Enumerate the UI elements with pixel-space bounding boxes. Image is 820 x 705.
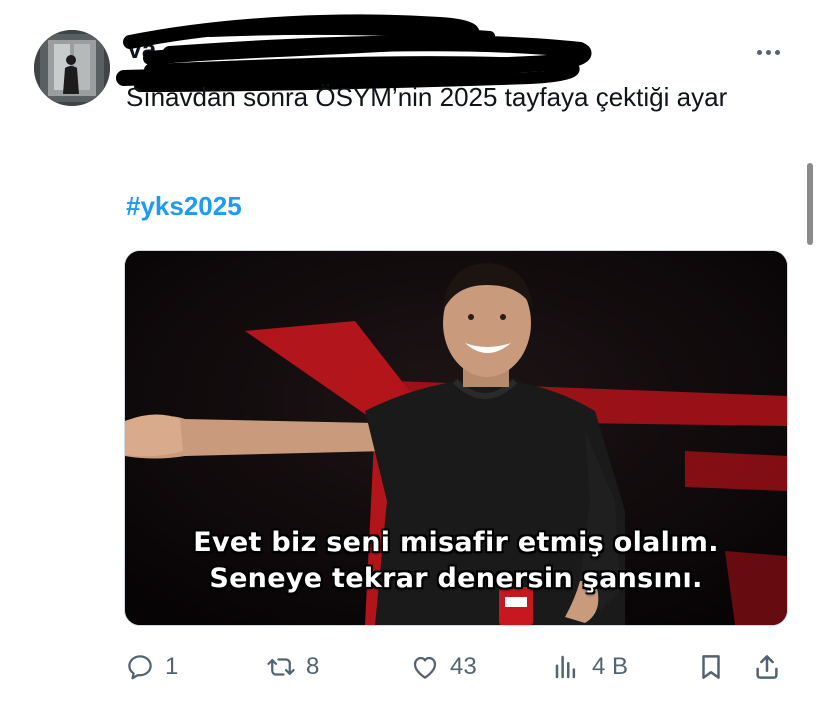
tweet-media-image[interactable]: Evet biz seni misafir etmiş olalım. Sene… [124,250,788,626]
like-button[interactable]: 43 [410,640,477,694]
more-dot [774,49,780,55]
reply-button[interactable]: 1 [125,640,178,694]
tweet-text: Sınavdan sonra ÖSYM’nin 2025 tayfaya çek… [126,82,728,112]
author-name[interactable]: Va [126,34,156,65]
views-button[interactable]: 4 B [552,640,628,694]
hashtag-link[interactable]: #yks2025 [126,191,242,222]
more-dot [765,49,771,55]
repost-icon [267,658,295,676]
more-dot [756,49,762,55]
like-icon [413,656,437,679]
reply-count: 1 [165,653,179,680]
views-count: 4 B [592,653,629,680]
repost-count: 8 [306,653,320,680]
tweet-actions: 1 8 43 4 B [0,640,820,694]
share-button[interactable] [752,640,782,694]
avatar-image [34,30,110,106]
bookmark-icon [702,655,720,679]
meme-caption-line-2: Seneye tekrar denersin şansını. [209,563,703,594]
repost-button[interactable]: 8 [266,640,319,694]
reply-icon [128,655,152,680]
views-icon [555,655,576,679]
bookmark-button[interactable] [696,640,726,694]
avatar[interactable] [34,30,110,106]
more-icon[interactable] [750,40,786,64]
scrollbar[interactable] [807,163,813,245]
like-count: 43 [450,653,477,680]
share-icon [756,655,778,679]
meme-caption-line-1: Evet biz seni misafir etmiş olalım. [193,527,719,558]
